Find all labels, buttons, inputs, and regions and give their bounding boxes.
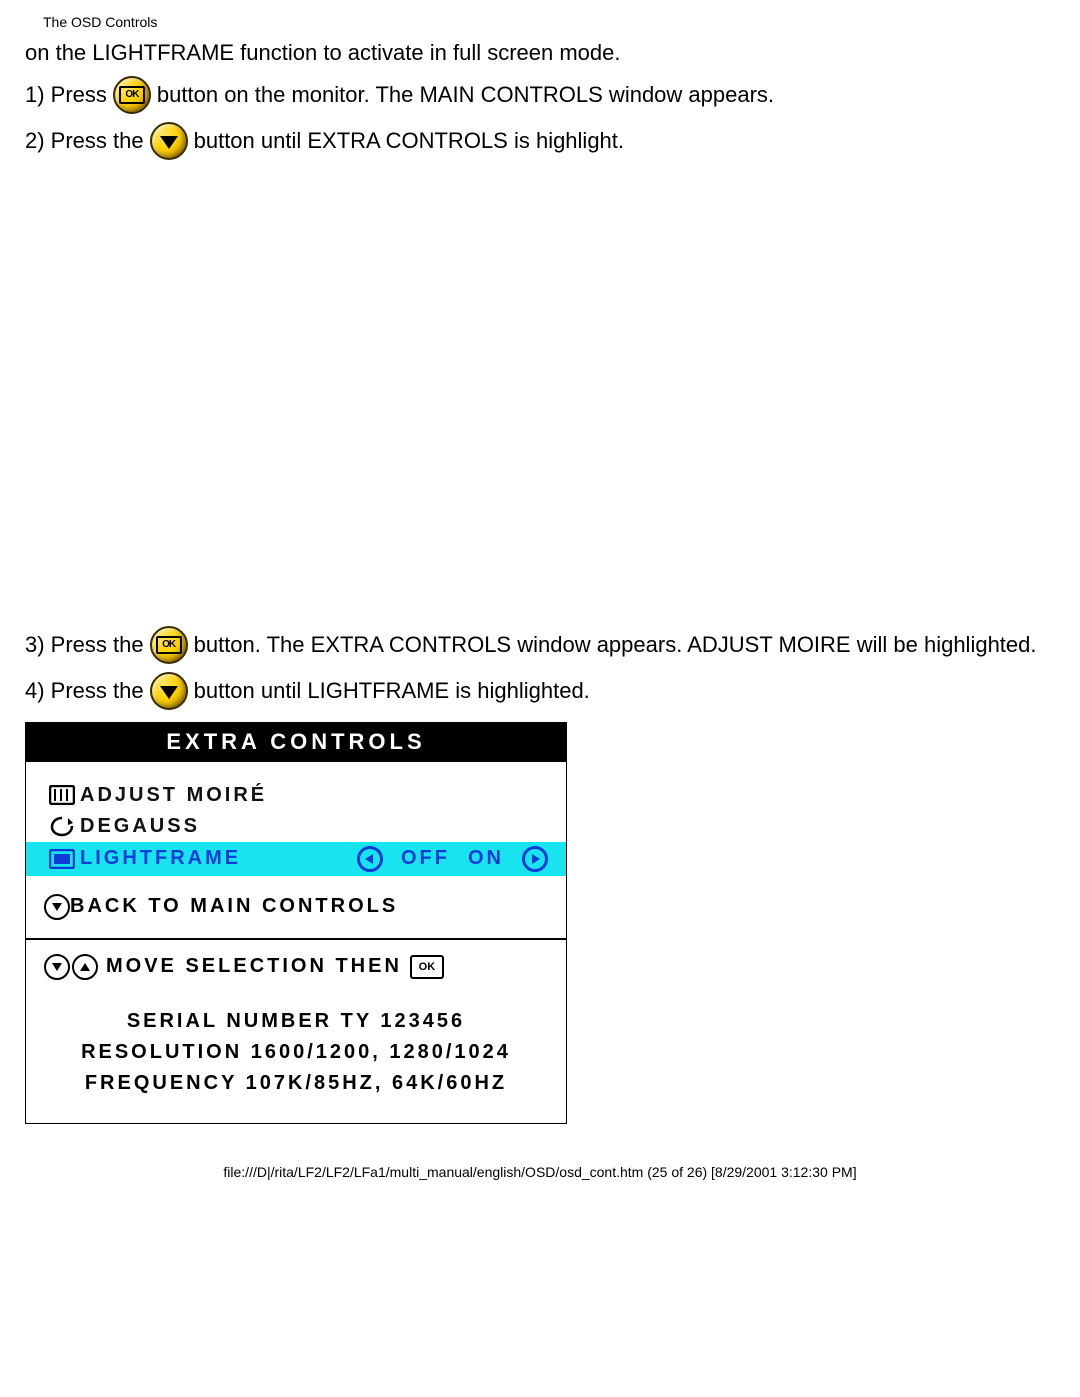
back-icon [44,894,70,920]
step-1: 1) Press OK button on the monitor. The M… [25,76,1055,114]
right-arrow-icon [522,846,548,872]
intro-text: on the LIGHTFRAME function to activate i… [25,38,1055,68]
frequency-info: FREQUENCY 107K/85HZ, 64K/60HZ [36,1068,556,1099]
step-3: 3) Press the OK button. The EXTRA CONTRO… [25,626,1055,664]
osd-item-label: LIGHTFRAME [80,847,241,870]
step-3-post: button. The EXTRA CONTROLS window appear… [194,630,1037,660]
osd-hint: MOVE SELECTION THEN OK [26,940,566,980]
down-button-icon [150,122,188,160]
off-label: OFF [401,847,450,870]
ok-button-icon: OK [113,76,151,114]
step-4-pre: 4) Press the [25,676,144,706]
down-button-icon [150,672,188,710]
osd-window: EXTRA CONTROLS ADJUST MOIRÉ DEGAUSS LIGH… [25,722,567,1124]
degauss-icon [44,815,80,837]
spacer [25,168,1055,618]
osd-item-lightframe[interactable]: LIGHTFRAME OFF ON [26,842,566,876]
moire-icon [44,785,80,805]
osd-title: EXTRA CONTROLS [26,723,566,762]
step-1-post: button on the monitor. The MAIN CONTROLS… [157,80,774,110]
step-1-pre: 1) Press [25,80,107,110]
ok-button-icon: OK [150,626,188,664]
page-footer: file:///D|/rita/LF2/LF2/LFa1/multi_manua… [25,1164,1055,1180]
step-2: 2) Press the button until EXTRA CONTROLS… [25,122,1055,160]
page-header: The OSD Controls [43,14,1055,30]
step-2-pre: 2) Press the [25,126,144,156]
ok-rect-icon: OK [410,955,444,979]
osd-back-label: BACK TO MAIN CONTROLS [70,895,398,918]
step-4-post: button until LIGHTFRAME is highlighted. [194,676,590,706]
osd-item-label: ADJUST MOIRÉ [80,784,267,807]
osd-back[interactable]: BACK TO MAIN CONTROLS [26,876,566,920]
lightframe-icon [44,849,80,869]
step-2-post: button until EXTRA CONTROLS is highlight… [194,126,624,156]
serial-number: SERIAL NUMBER TY 123456 [36,1006,556,1037]
on-label: ON [468,847,504,870]
step-3-pre: 3) Press the [25,630,144,660]
left-arrow-icon [357,846,383,872]
osd-info: SERIAL NUMBER TY 123456 RESOLUTION 1600/… [26,980,566,1099]
resolution-info: RESOLUTION 1600/1200, 1280/1024 [36,1037,556,1068]
osd-item-label: DEGAUSS [80,815,200,838]
lightframe-toggle[interactable]: OFF ON [357,846,548,872]
osd-hint-text: MOVE SELECTION THEN [106,955,402,978]
osd-item-moire[interactable]: ADJUST MOIRÉ [26,780,566,811]
osd-item-degauss[interactable]: DEGAUSS [26,811,566,842]
updown-icon [44,954,98,980]
step-4: 4) Press the button until LIGHTFRAME is … [25,672,1055,710]
